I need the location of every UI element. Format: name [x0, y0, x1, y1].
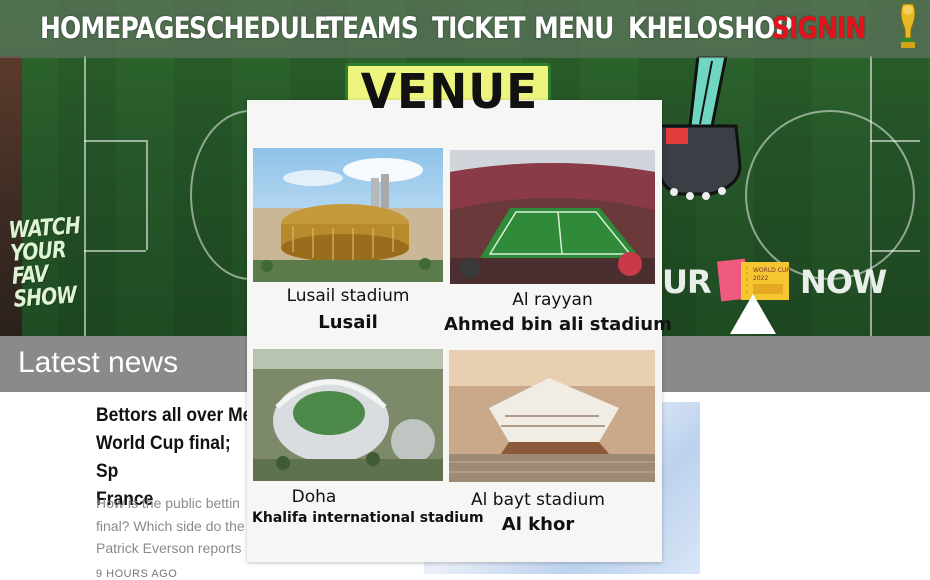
- summary-line: final? Which side do the: [96, 517, 245, 534]
- pitch-line: [84, 250, 146, 252]
- nav-signin[interactable]: SIGNIN: [772, 8, 866, 48]
- venue-card-khalifa[interactable]: Doha Khalifa international stadium: [252, 349, 484, 535]
- lusail-stadium-image: [253, 148, 443, 282]
- venue-city: Lusail stadium: [286, 286, 410, 306]
- nav-kheloshop[interactable]: KHELOSHOP: [628, 8, 793, 48]
- venue-card-lusail[interactable]: Lusail stadium Lusail: [253, 148, 443, 334]
- ticket-promo-left-text: UR: [662, 263, 712, 301]
- pitch-line: [84, 56, 86, 336]
- promo-line: SHOW: [12, 282, 78, 313]
- ticket-promo-right-text: NOW: [800, 263, 887, 301]
- venue-card-ahmed-bin-ali[interactable]: Al rayyan Ahmed bin ali stadium: [444, 150, 672, 336]
- ahmed-bin-ali-stadium-image: [450, 150, 655, 284]
- headline-line: Bettors all over Me: [96, 405, 253, 426]
- cursor-arrow-icon: [730, 294, 776, 334]
- world-cup-trophy-icon[interactable]: [897, 2, 919, 52]
- pitch-circle: [745, 110, 915, 280]
- venue-title: VENUE: [360, 64, 539, 120]
- nav-menu[interactable]: MENU: [534, 8, 614, 48]
- pitch-line: [146, 140, 148, 250]
- latest-news-title[interactable]: Latest news: [18, 346, 178, 380]
- venue-name: Lusail: [318, 312, 378, 333]
- pitch-line: [84, 140, 146, 142]
- venue-name: Al bayt stadium: [471, 490, 605, 510]
- al-bayt-stadium-image: [449, 350, 655, 482]
- khalifa-international-stadium-image: [253, 349, 443, 481]
- venue-card-al-bayt[interactable]: Al bayt stadium Al khor: [449, 350, 655, 536]
- article-timestamp: 9 HOURS AGO: [96, 568, 178, 580]
- nav-ticket[interactable]: TICKET: [432, 8, 526, 48]
- venue-name: Ahmed bin ali stadium: [444, 314, 672, 335]
- headline-line: World Cup final; Sp: [96, 433, 231, 482]
- nav-schedule[interactable]: SCHEDULE: [189, 8, 331, 48]
- ticket-card-text: WORLD CUP: [753, 267, 790, 274]
- venue-city: Doha: [291, 487, 337, 507]
- ticket-card-text: 2022: [753, 275, 768, 282]
- main-navbar: HOMEPAGE SCHEDULE TEAMS TICKET MENU KHEL…: [0, 0, 930, 58]
- summary-line: Patrick Everson reports: [96, 540, 242, 556]
- watch-your-fav-show-promo[interactable]: WATCH YOUR FAV SHOW: [8, 213, 81, 313]
- nav-homepage[interactable]: HOMEPAGE: [40, 8, 191, 48]
- venue-name: Khalifa international stadium: [252, 510, 484, 526]
- venue-city: Al rayyan: [512, 290, 593, 310]
- venue-city: Al khor: [501, 514, 575, 535]
- nav-teams[interactable]: TEAMS: [326, 8, 419, 48]
